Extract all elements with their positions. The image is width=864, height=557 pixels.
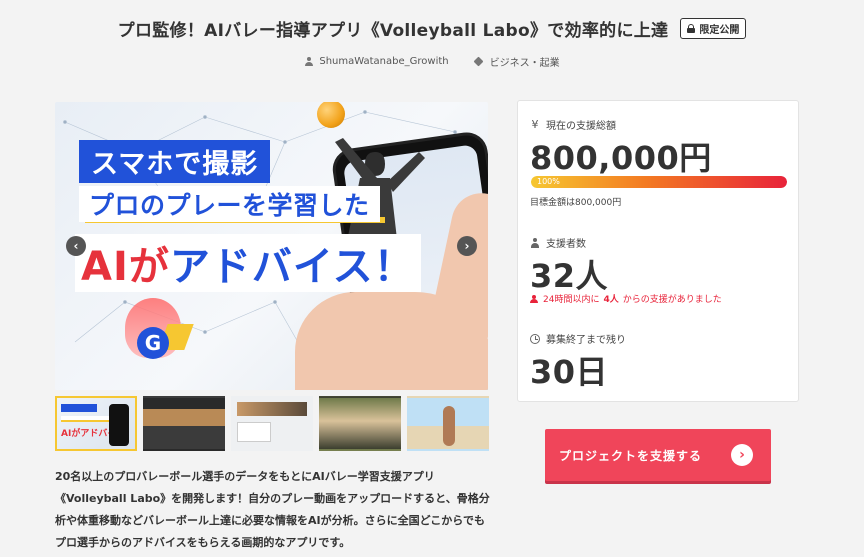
hero-caption-3: AIがアドバイス！	[75, 234, 421, 292]
thumbnail-4[interactable]	[319, 396, 401, 451]
private-badge-label: 限定公開	[699, 24, 740, 36]
thumbnail-1[interactable]: AIがアドバイス	[55, 396, 137, 451]
tag-icon	[475, 57, 484, 66]
meta-row: ShumaWatanabe_Growith ビジネス・起業	[0, 54, 864, 69]
carousel-prev-button[interactable]: ‹	[66, 236, 86, 256]
hero-image[interactable]: スマホで撮影 プロのプレーを学習した AIがアドバイス！ G	[55, 102, 488, 390]
remaining-value: 30日	[530, 353, 609, 391]
author-name: ShumaWatanabe_Growith	[319, 56, 449, 67]
hero-caption-1: スマホで撮影	[79, 140, 271, 183]
category-name: ビジネス・起業	[489, 58, 560, 69]
funding-value: 800,000円	[530, 139, 712, 177]
thumbnail-5[interactable]	[407, 396, 489, 451]
funding-label-row: ¥ 現在の支援総額	[530, 117, 617, 132]
author-link[interactable]: ShumaWatanabe_Growith	[304, 54, 449, 69]
support-button-label: プロジェクトを支援する	[559, 448, 703, 463]
category-link[interactable]: ビジネス・起業	[475, 54, 560, 69]
recent-count: 4人	[603, 295, 619, 305]
title-row: プロ監修！AIバレー指導アプリ《Volleyball Labo》で効率的に上達 …	[0, 16, 864, 41]
hero-caption-3b: アドバイス！	[169, 244, 415, 290]
person-icon	[530, 237, 540, 248]
support-project-button[interactable]: プロジェクトを支援する ›	[545, 429, 771, 481]
user-icon	[304, 57, 313, 66]
project-description: 20名以上のプロバレーボール選手のデータをもとにAIバレー学習支援アプリ《Vol…	[55, 470, 490, 549]
thumbnail-strip: AIがアドバイス	[55, 396, 489, 451]
recent-support-notice: 24時間以内に 4人 からの支援がありました	[530, 292, 722, 305]
recent-suffix: からの支援がありました	[622, 295, 722, 305]
stats-panel: ¥ 現在の支援総額 800,000円 100% 目標金額は800,000円 支援…	[517, 100, 799, 402]
carousel-next-button[interactable]: ›	[457, 236, 477, 256]
chevron-right-icon: ›	[731, 444, 753, 466]
hero-caption-2: プロのプレーを学習した	[79, 186, 380, 222]
thumbnail-2[interactable]	[143, 396, 225, 451]
clock-icon	[530, 333, 540, 344]
lock-icon	[687, 23, 696, 33]
recent-prefix: 24時間以内に	[543, 295, 600, 305]
remaining-label: 募集終了まで残り	[546, 335, 626, 346]
yen-icon: ¥	[531, 118, 539, 131]
hero-caption-3a: AIが	[81, 244, 170, 290]
recent-supporter-icon	[530, 294, 539, 303]
app-logo: G	[137, 327, 169, 359]
funding-label: 現在の支援総額	[546, 121, 616, 132]
thumbnail-3[interactable]	[231, 396, 313, 451]
supporters-label: 支援者数	[546, 239, 586, 250]
progress-fill	[531, 176, 787, 188]
supporters-label-row: 支援者数	[530, 235, 586, 250]
progress-bar: 100%	[531, 176, 787, 188]
supporters-value: 32人	[530, 257, 609, 295]
remaining-label-row: 募集終了まで残り	[530, 331, 626, 346]
goal-amount: 目標金額は800,000円	[530, 198, 622, 208]
private-badge: 限定公開	[680, 17, 747, 39]
progress-text: 100%	[537, 177, 560, 186]
page-title: プロ監修！AIバレー指導アプリ《Volleyball Labo》で効率的に上達	[117, 20, 669, 41]
